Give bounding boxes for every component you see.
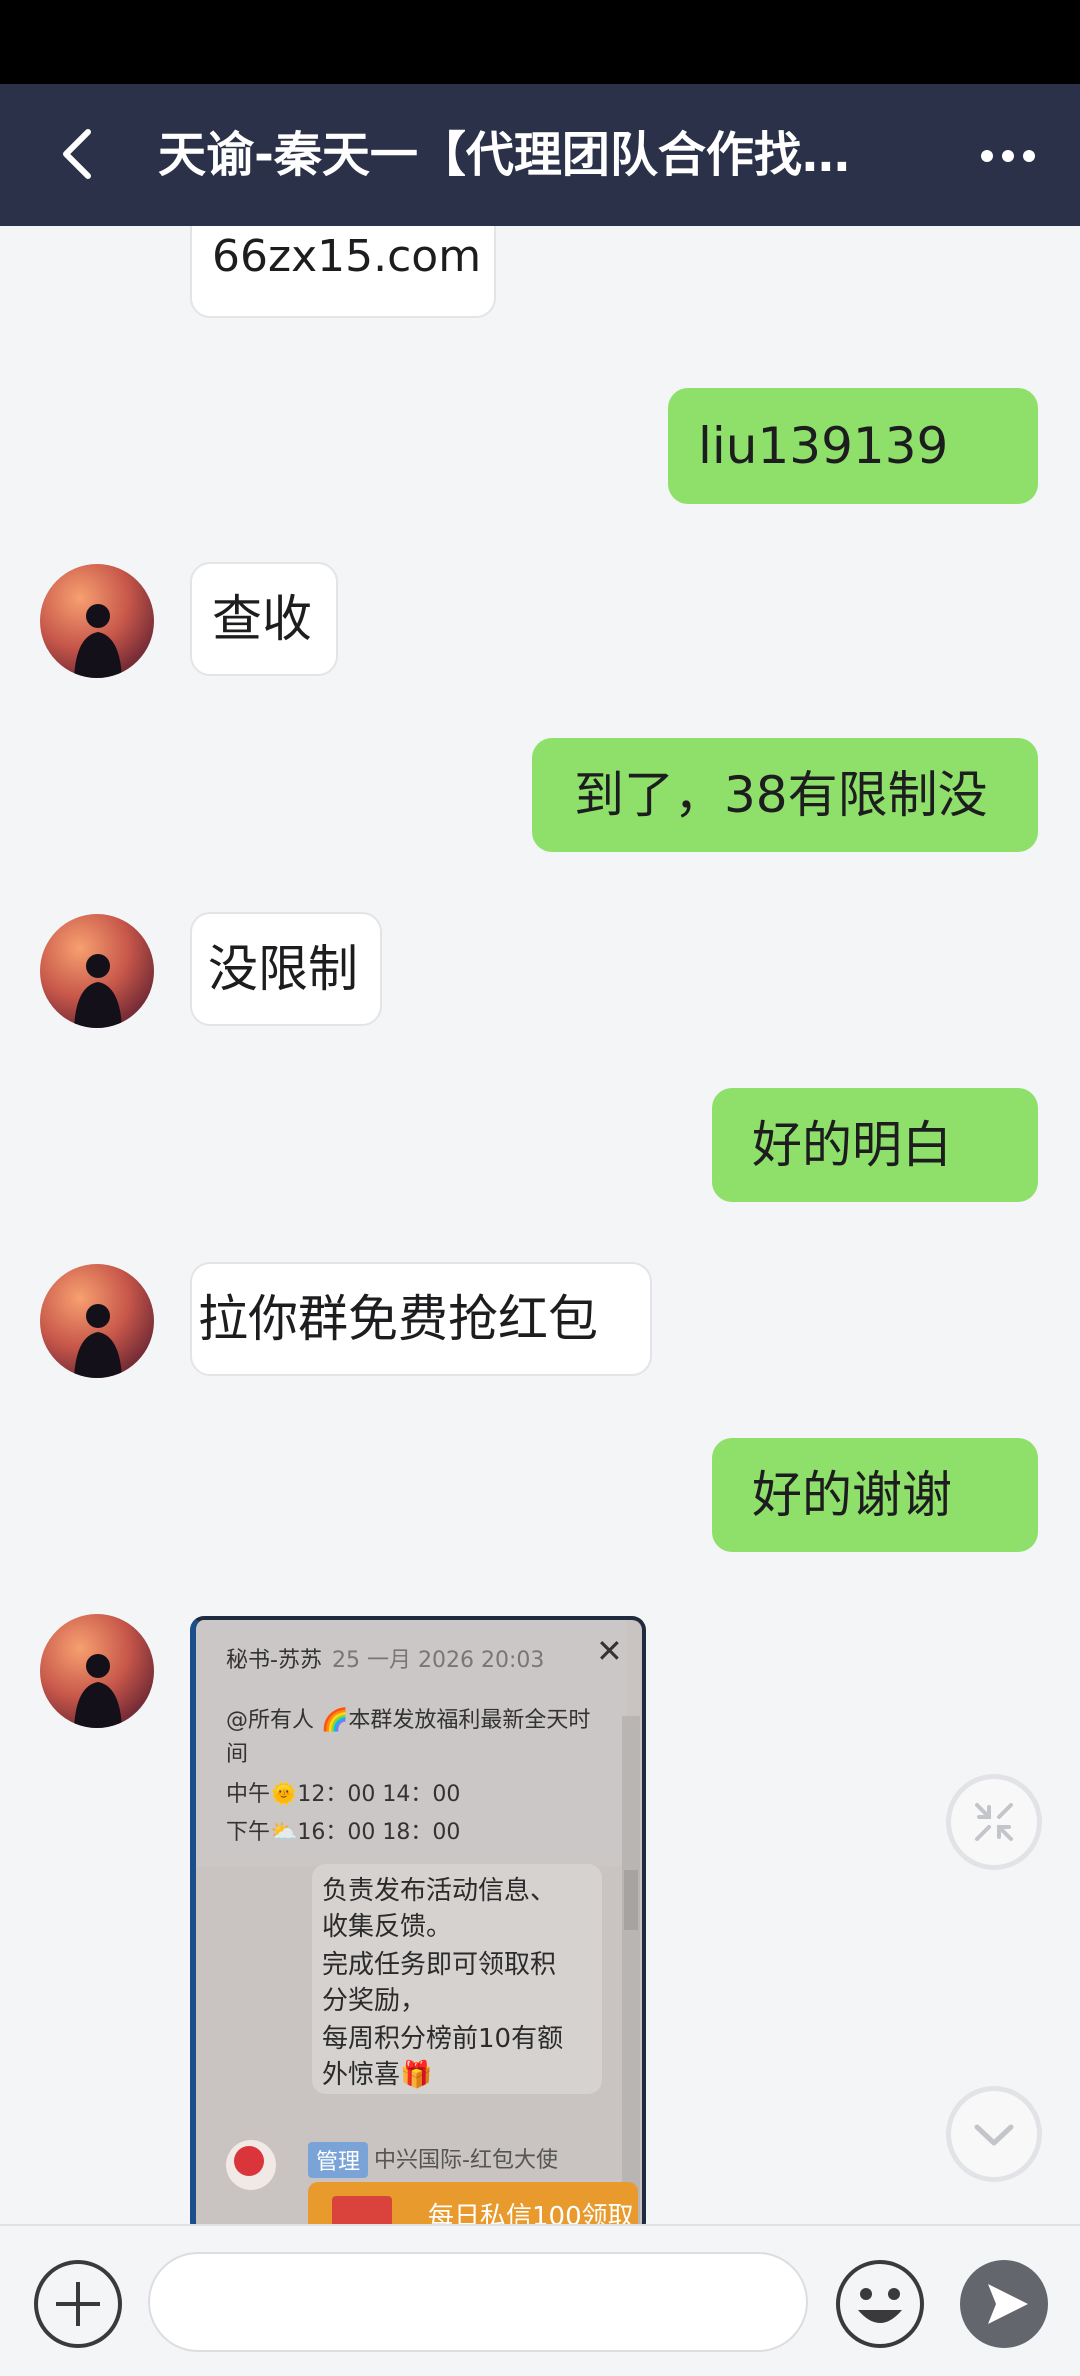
- screenshot-body-line: 每周积分榜前10有额: [322, 2024, 564, 2054]
- chat-header: 天谕-秦天一【代理团队合作找…: [0, 84, 1080, 226]
- input-bar: [0, 2224, 1080, 2376]
- red-packet-icon: [332, 2196, 392, 2224]
- message-bubble[interactable]: 拉你群免费抢红包: [190, 1262, 652, 1376]
- screenshot-line: 下午⛅16：00 18：00: [226, 1820, 461, 1845]
- back-arrow-icon[interactable]: [50, 124, 110, 184]
- screenshot-body-line: 外惊喜🎁: [322, 2060, 433, 2090]
- screenshot-line: @所有人 🌈本群发放福利最新全天时: [226, 1708, 591, 1733]
- message-text: 查收: [212, 590, 312, 648]
- close-icon: ✕: [596, 1632, 623, 1670]
- admin-badge: 管理: [308, 2142, 369, 2178]
- avatar[interactable]: [40, 1264, 154, 1378]
- message-text: 好的谢谢: [752, 1466, 952, 1524]
- red-packet-card: 每日私信100领取: [308, 2182, 638, 2224]
- person-silhouette-icon: [74, 604, 122, 678]
- send-icon[interactable]: [958, 2258, 1050, 2350]
- group-logo-icon: [226, 2140, 276, 2190]
- message-bubble[interactable]: liu139139: [668, 388, 1038, 504]
- message-text: 好的明白: [752, 1116, 952, 1174]
- image-message[interactable]: 秘书-苏苏 25 一月 2026 20:03 ✕ @所有人 🌈本群发放福利最新全…: [190, 1616, 646, 2224]
- screenshot-line: 间: [226, 1742, 249, 1767]
- screenshot-scroll-thumb: [624, 1870, 638, 1930]
- message-bubble[interactable]: 好的谢谢: [712, 1438, 1038, 1552]
- screenshot-line: 中午🌞12：00 14：00: [226, 1782, 461, 1807]
- screenshot-date: 25 一月 2026 20:03: [332, 1648, 545, 1673]
- screenshot-scrollbar: [622, 1716, 640, 2224]
- message-list[interactable]: 66zx15.com liu139139 查收 到了，38有限制没 没限制 好的…: [0, 226, 1080, 2224]
- screenshot-body-line: 分奖励，: [322, 1986, 427, 2016]
- plus-icon[interactable]: [32, 2258, 124, 2350]
- message-input[interactable]: [148, 2252, 808, 2352]
- message-text: liu139139: [698, 417, 949, 475]
- avatar[interactable]: [40, 564, 154, 678]
- message-bubble[interactable]: 查收: [190, 562, 338, 676]
- message-bubble[interactable]: 没限制: [190, 912, 382, 1026]
- more-icon[interactable]: [978, 138, 1038, 174]
- avatar[interactable]: [40, 1614, 154, 1728]
- status-bar: [0, 0, 1080, 84]
- message-text: 66zx15.com: [212, 231, 482, 282]
- avatar[interactable]: [40, 914, 154, 1028]
- person-silhouette-icon: [74, 954, 122, 1028]
- red-packet-text: 每日私信100领取: [428, 2202, 634, 2224]
- chevron-down-icon: [974, 2124, 1014, 2146]
- collapse-button[interactable]: [946, 1774, 1042, 1870]
- message-text: 到了，38有限制没: [574, 766, 988, 824]
- scroll-down-button[interactable]: [946, 2086, 1042, 2182]
- person-silhouette-icon: [74, 1654, 122, 1728]
- screenshot-body-line: 收集反馈。: [322, 1912, 453, 1942]
- collapse-arrows-icon: [975, 1803, 1013, 1841]
- person-silhouette-icon: [74, 1304, 122, 1378]
- message-bubble[interactable]: 好的明白: [712, 1088, 1038, 1202]
- screenshot-sender: 秘书-苏苏: [226, 1648, 322, 1673]
- emoji-icon[interactable]: [834, 2258, 926, 2350]
- screenshot-header-area: 秘书-苏苏 25 一月 2026 20:03 ✕ @所有人 🌈本群发放福利最新全…: [196, 1620, 626, 1866]
- message-bubble[interactable]: 66zx15.com: [190, 226, 496, 318]
- message-text: 没限制: [208, 940, 358, 998]
- screenshot-body-line: 完成任务即可领取积: [322, 1950, 557, 1980]
- message-text: 拉你群免费抢红包: [198, 1290, 598, 1348]
- message-bubble[interactable]: 到了，38有限制没: [532, 738, 1038, 852]
- screenshot-sender-2: 中兴国际-红包大使: [374, 2148, 558, 2173]
- screenshot-body-line: 负责发布活动信息、: [322, 1876, 557, 1906]
- chat-title: 天谕-秦天一【代理团队合作找…: [158, 127, 850, 183]
